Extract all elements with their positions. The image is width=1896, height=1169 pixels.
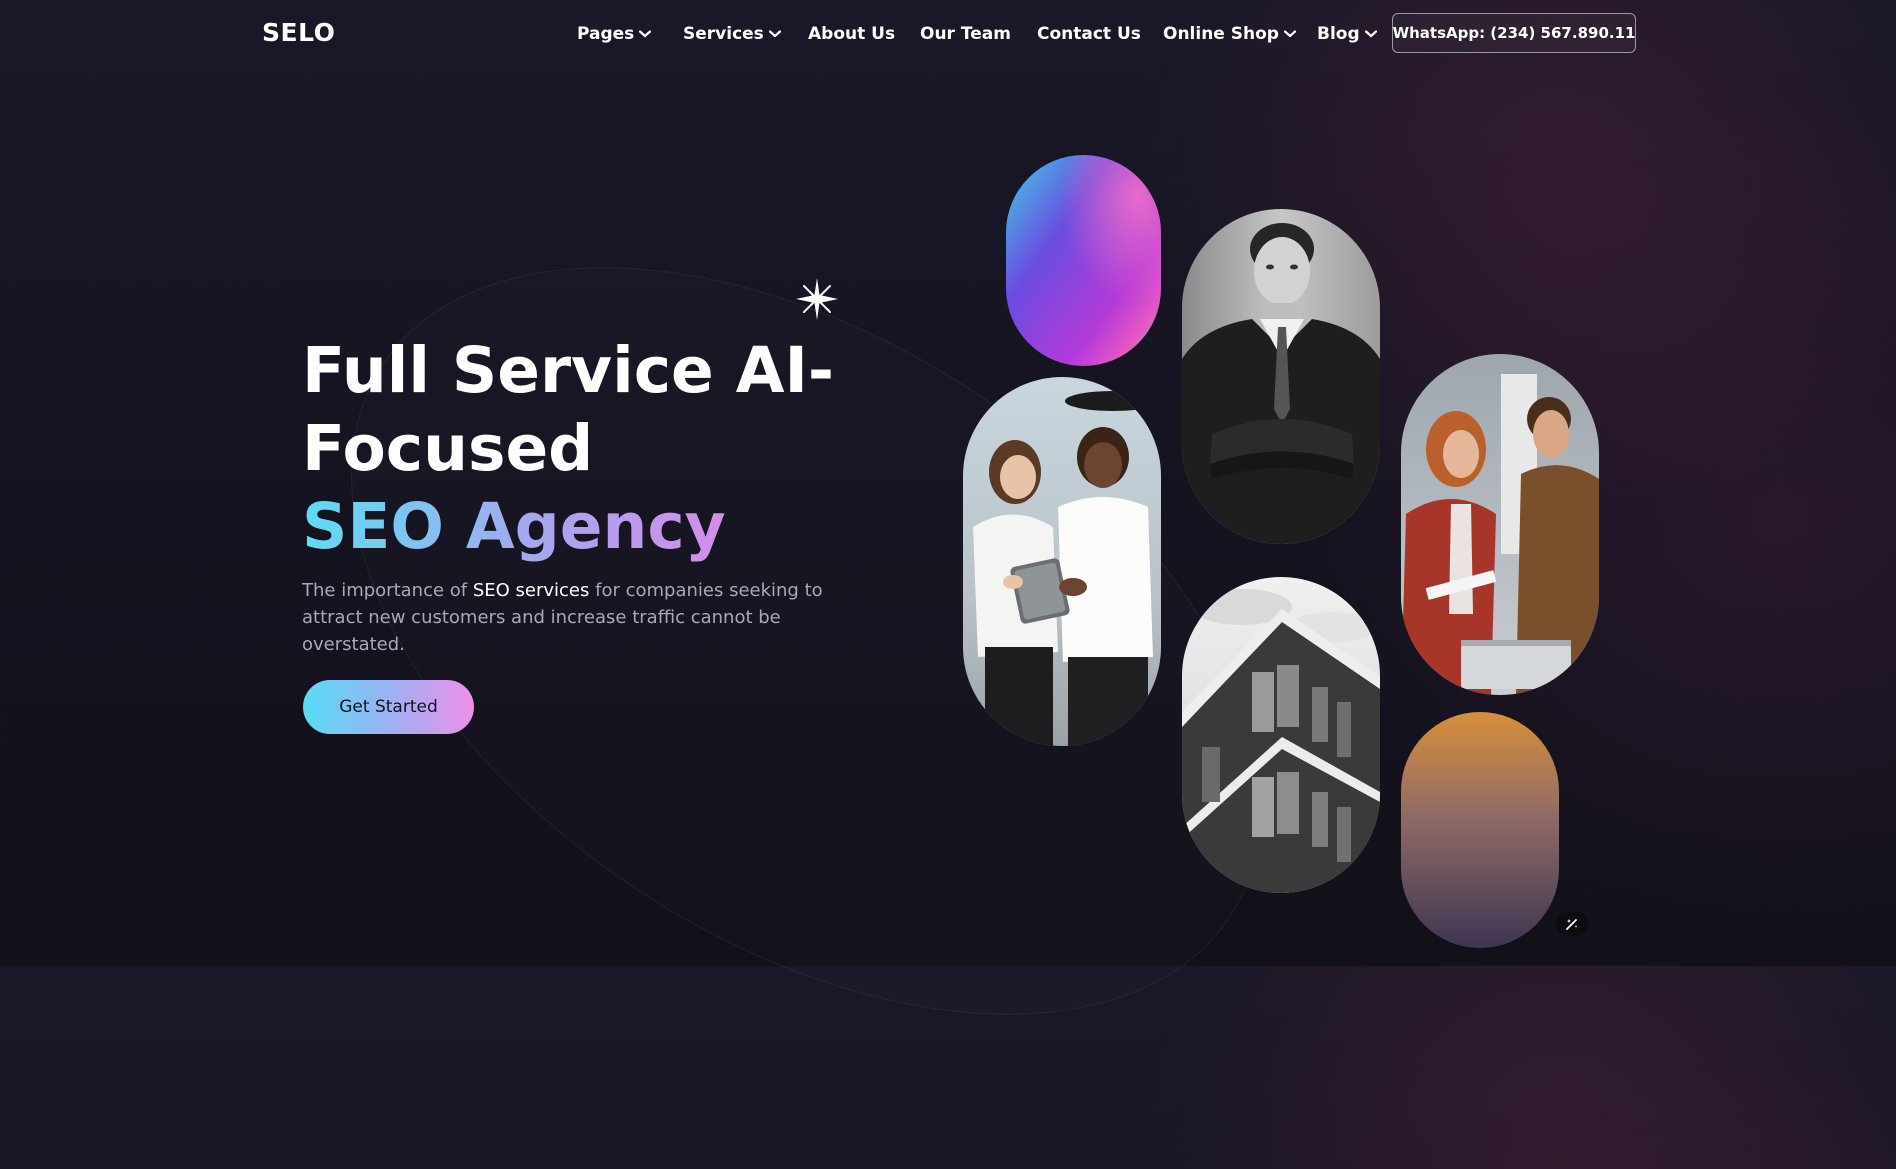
chevron-down-icon bbox=[1283, 30, 1296, 38]
nav-item-blog[interactable]: Blog bbox=[1317, 24, 1377, 44]
nav-item-label: Pages bbox=[577, 24, 635, 44]
hero-title-line-2: Focused bbox=[302, 412, 594, 485]
hero-title-line-1: Full Service AI- bbox=[302, 334, 835, 407]
chevron-down-icon bbox=[1364, 30, 1377, 38]
nav-item-label: Services bbox=[683, 24, 764, 44]
hero-title-highlight: SEO Agency bbox=[302, 488, 834, 566]
get-started-button[interactable]: Get Started bbox=[303, 680, 474, 734]
gradient-pill-purple bbox=[1006, 155, 1161, 366]
nav-item-pages[interactable]: Pages bbox=[577, 24, 652, 44]
nav-item-contact-us[interactable]: Contact Us bbox=[1037, 24, 1141, 44]
magic-wand-icon bbox=[1566, 919, 1578, 930]
magic-wand-button[interactable] bbox=[1556, 912, 1588, 936]
top-navigation: SELO Pages Services About Us Our Team Co… bbox=[0, 0, 1896, 68]
sparkle-star-icon bbox=[796, 278, 838, 320]
nav-item-label: Our Team bbox=[920, 24, 1011, 44]
chevron-down-icon bbox=[768, 30, 781, 38]
photo-team-laptop bbox=[1401, 354, 1599, 695]
nav-item-about-us[interactable]: About Us bbox=[808, 24, 895, 44]
nav-item-label: About Us bbox=[808, 24, 896, 44]
nav-item-label: Contact Us bbox=[1037, 24, 1141, 44]
desc-prefix: The importance of bbox=[302, 580, 473, 601]
desc-highlight: SEO services bbox=[472, 580, 590, 601]
site-logo[interactable]: SELO bbox=[262, 18, 335, 47]
nav-item-services[interactable]: Services bbox=[683, 24, 781, 44]
photo-two-women-tablet bbox=[963, 377, 1161, 746]
chevron-down-icon bbox=[639, 30, 652, 38]
gradient-pill-amber bbox=[1401, 712, 1559, 948]
nav-item-online-shop[interactable]: Online Shop bbox=[1163, 24, 1296, 44]
nav-item-label: Blog bbox=[1317, 24, 1360, 44]
hero-description: The importance of SEO services for compa… bbox=[302, 577, 842, 658]
nav-item-our-team[interactable]: Our Team bbox=[920, 24, 1011, 44]
hero-title: Full Service AI- Focused SEO Agency bbox=[302, 332, 834, 566]
nav-item-label: Online Shop bbox=[1163, 24, 1279, 44]
whatsapp-button[interactable]: WhatsApp: (234) 567.890.11 bbox=[1392, 13, 1636, 53]
photo-man-in-suit bbox=[1182, 209, 1380, 544]
photo-building bbox=[1182, 577, 1380, 893]
